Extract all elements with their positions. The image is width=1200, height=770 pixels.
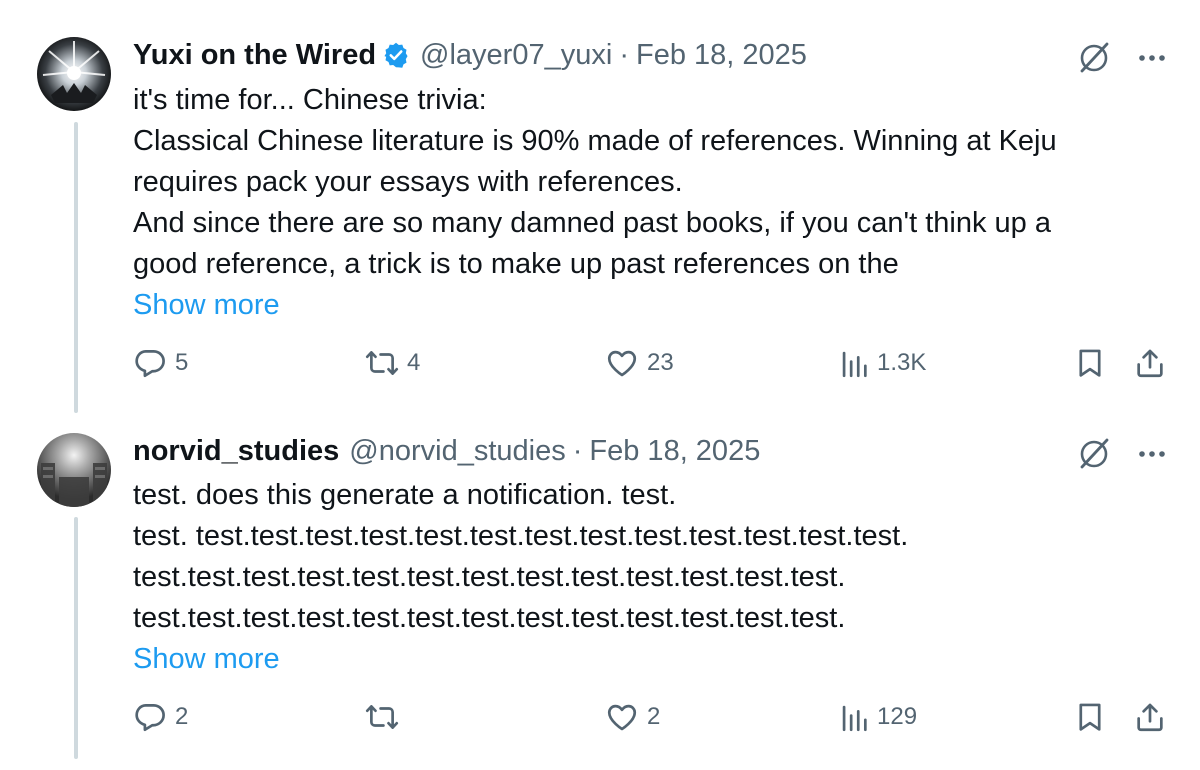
author-handle[interactable]: @layer07_yuxi xyxy=(420,37,612,73)
tweet-actions: 2 2 129 xyxy=(133,697,1173,737)
share-button[interactable] xyxy=(1133,343,1167,383)
views-count: 129 xyxy=(877,703,918,730)
bookmark-button[interactable] xyxy=(1073,697,1107,737)
repost-button[interactable]: 4 xyxy=(365,343,420,383)
views-button[interactable]: 1.3K xyxy=(839,343,926,383)
tweet-header: Yuxi on the Wired @layer07_yuxi · Feb 18… xyxy=(133,37,807,73)
tweet-text-line: it's time for... Chinese trivia: xyxy=(133,84,487,116)
grok-icon[interactable] xyxy=(1074,38,1114,78)
tweet-text-line: And since there are so many damned past … xyxy=(133,207,1051,239)
timestamp[interactable]: Feb 18, 2025 xyxy=(589,433,760,469)
tweet-text-line: test. test.test.test.test.test.test.test… xyxy=(133,520,909,552)
tweet[interactable]: norvid_studies @norvid_studies · Feb 18,… xyxy=(0,405,1200,770)
reply-icon xyxy=(135,350,165,378)
show-more-link[interactable]: Show more xyxy=(133,639,1163,680)
views-icon xyxy=(842,351,867,378)
reply-icon xyxy=(135,704,165,732)
separator: · xyxy=(619,39,629,71)
bookmark-button[interactable] xyxy=(1073,343,1107,383)
more-icon[interactable] xyxy=(1136,438,1168,470)
repost-icon xyxy=(365,705,399,729)
tweet-text: it's time for... Chinese trivia: Classic… xyxy=(133,80,1163,326)
views-icon xyxy=(842,705,867,732)
tweet-text-line: test. does this generate a notification.… xyxy=(133,479,677,511)
tweet-text-line: requires pack your essays with reference… xyxy=(133,166,683,198)
like-count: 23 xyxy=(647,349,674,376)
views-button[interactable]: 129 xyxy=(839,697,917,737)
tweet[interactable]: Yuxi on the Wired @layer07_yuxi · Feb 18… xyxy=(0,0,1200,413)
tweet-text-line: test.test.test.test.test.test.test.test.… xyxy=(133,561,846,593)
tweet-header: norvid_studies @norvid_studies · Feb 18,… xyxy=(133,433,760,469)
like-button[interactable]: 23 xyxy=(605,343,674,383)
author-handle[interactable]: @norvid_studies xyxy=(349,433,565,469)
like-icon xyxy=(607,350,637,377)
views-count: 1.3K xyxy=(877,349,927,376)
tweet-text-line: Classical Chinese literature is 90% made… xyxy=(133,125,1057,157)
share-button[interactable] xyxy=(1133,697,1167,737)
separator: · xyxy=(572,435,583,467)
verified-badge-icon xyxy=(382,41,410,69)
timestamp[interactable]: Feb 18, 2025 xyxy=(636,37,807,73)
like-count: 2 xyxy=(647,703,661,730)
tweet-text: test. does this generate a notification.… xyxy=(133,475,1163,680)
avatar[interactable] xyxy=(37,433,111,507)
reply-button[interactable]: 5 xyxy=(133,343,188,383)
reply-button[interactable]: 2 xyxy=(133,697,188,737)
tweet-text-line: good reference, a trick is to make up pa… xyxy=(133,248,899,280)
bookmark-icon xyxy=(1079,349,1101,377)
repost-button[interactable] xyxy=(365,697,407,737)
thread-line xyxy=(74,517,78,759)
tweet-top-actions xyxy=(1074,434,1168,474)
reply-count: 2 xyxy=(175,703,189,730)
share-icon xyxy=(1137,703,1163,732)
more-icon[interactable] xyxy=(1136,42,1168,74)
tweet-top-actions xyxy=(1074,38,1168,78)
like-button[interactable]: 2 xyxy=(605,697,660,737)
reply-count: 5 xyxy=(175,349,189,376)
repost-count: 4 xyxy=(407,349,421,376)
tweet-text-line: test.test.test.test.test.test.test.test.… xyxy=(133,602,846,634)
tweet-actions: 5 4 23 1.3K xyxy=(133,343,1173,383)
repost-icon xyxy=(365,351,399,375)
author-name[interactable]: norvid_studies xyxy=(133,433,339,469)
bookmark-icon xyxy=(1079,703,1101,731)
show-more-link[interactable]: Show more xyxy=(133,285,1163,326)
author-name[interactable]: Yuxi on the Wired xyxy=(133,37,376,73)
share-icon xyxy=(1137,349,1163,378)
like-icon xyxy=(607,704,637,731)
avatar[interactable] xyxy=(37,37,111,111)
thread-line xyxy=(74,122,78,413)
grok-icon[interactable] xyxy=(1074,434,1114,474)
